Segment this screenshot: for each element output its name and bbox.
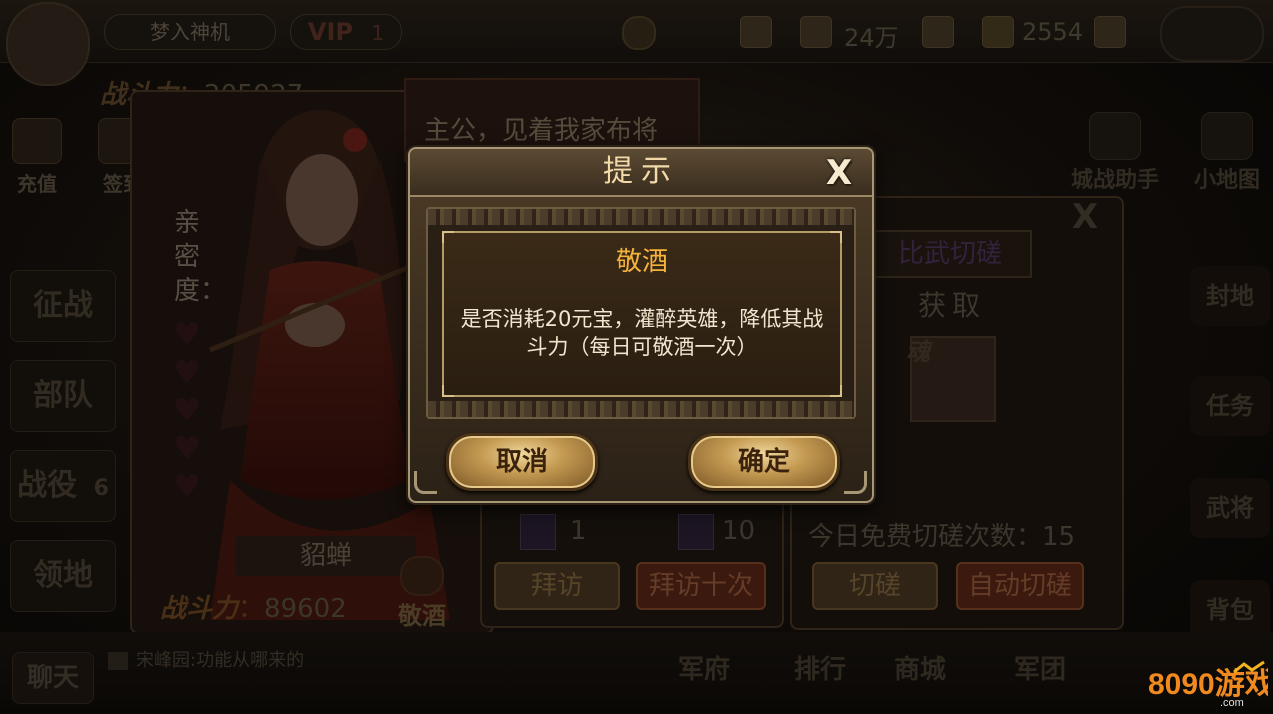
- close-button[interactable]: X: [816, 153, 862, 193]
- confirm-dialog: 提示 X 敬酒 是否消耗20元宝，灌醉英雄，降低其战斗力（每日可敬酒一次） 取消…: [408, 147, 874, 503]
- site-watermark: 8090游戏 .com: [1148, 660, 1273, 709]
- fret-border-top: [428, 209, 854, 225]
- dialog-content-box: 敬酒 是否消耗20元宝，灌醉英雄，降低其战斗力（每日可敬酒一次）: [442, 231, 842, 397]
- dialog-heading: 敬酒: [615, 247, 668, 277]
- cancel-button[interactable]: 取消: [446, 433, 598, 491]
- game-screen: 梦入神机 VIP 1 24万 2554 战斗力：205927 充值 签到 邮件 …: [0, 0, 1273, 714]
- dialog-title: 提示: [603, 154, 679, 189]
- corner-ornament: [830, 385, 842, 397]
- dialog-corner-ornament: [414, 471, 437, 494]
- watermark-logo-text: 8090游戏: [1148, 668, 1268, 701]
- dialog-message: 是否消耗20元宝，灌醉英雄，降低其战斗力（每日可敬酒一次）: [460, 307, 824, 359]
- fret-border-bottom: [428, 401, 854, 417]
- watermark-domain: .com: [1220, 697, 1244, 708]
- dialog-inner-frame: 敬酒 是否消耗20元宝，灌醉英雄，降低其战斗力（每日可敬酒一次）: [426, 207, 856, 419]
- corner-ornament: [442, 385, 454, 397]
- watermark-logo: 8090游戏 .com: [1148, 660, 1273, 709]
- dialog-corner-ornament: [844, 471, 867, 494]
- confirm-button[interactable]: 确定: [688, 433, 840, 491]
